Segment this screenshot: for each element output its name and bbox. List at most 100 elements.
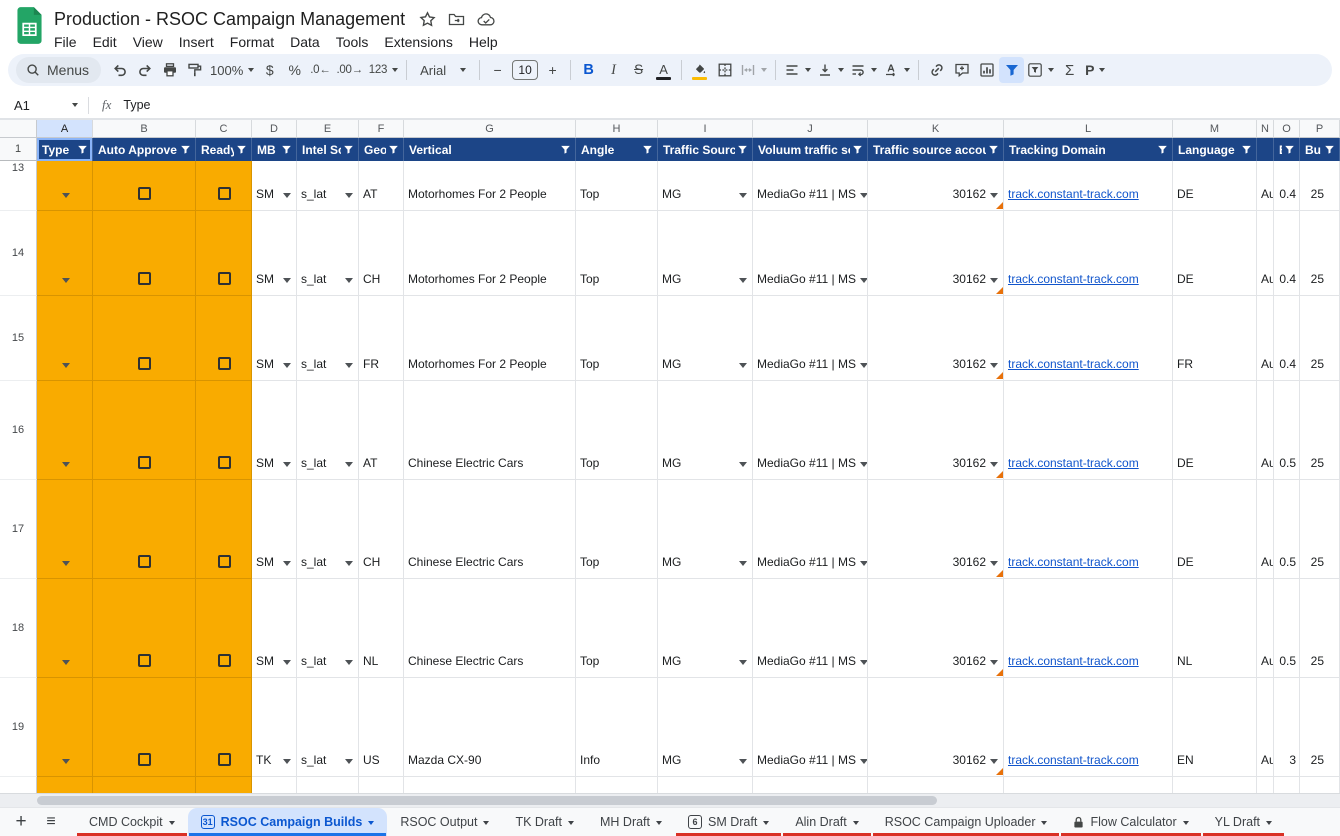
- header-filter-icon[interactable]: [642, 144, 653, 155]
- cell-M-next[interactable]: [1173, 777, 1257, 793]
- cell-L13[interactable]: track.constant-track.com: [1004, 161, 1173, 211]
- cell-E-next[interactable]: [297, 777, 359, 793]
- type-dropdown-caret[interactable]: [62, 759, 70, 764]
- header-filter-icon[interactable]: [281, 144, 292, 155]
- cell-L16[interactable]: track.constant-track.com: [1004, 381, 1173, 480]
- cell-P-next[interactable]: [1300, 777, 1340, 793]
- cell-I17[interactable]: MG: [658, 480, 753, 579]
- cell-N15[interactable]: Au: [1257, 296, 1274, 381]
- mb-dropdown-caret[interactable]: [283, 462, 291, 467]
- cell-A14[interactable]: [37, 211, 93, 296]
- tracking-domain-link[interactable]: track.constant-track.com: [1008, 357, 1139, 371]
- auto-approve-checkbox[interactable]: [138, 272, 151, 285]
- cell-I19[interactable]: MG: [658, 678, 753, 777]
- voluum-dropdown-caret[interactable]: [860, 462, 868, 467]
- cell-H13[interactable]: Top: [576, 161, 658, 211]
- cell-K17[interactable]: 30162: [868, 480, 1004, 579]
- cell-C17[interactable]: [196, 480, 252, 579]
- cell-M17[interactable]: DE: [1173, 480, 1257, 579]
- cell-B15[interactable]: [93, 296, 196, 381]
- column-header-O[interactable]: O: [1274, 120, 1300, 138]
- cell-E18[interactable]: s_lat: [297, 579, 359, 678]
- cell-D18[interactable]: SM: [252, 579, 297, 678]
- row-header-13[interactable]: 13: [0, 161, 37, 211]
- intel-source-dropdown-caret[interactable]: [345, 462, 353, 467]
- header-filter-icon[interactable]: [737, 144, 748, 155]
- column-header-L[interactable]: L: [1004, 120, 1173, 138]
- cell-P16[interactable]: 25: [1300, 381, 1340, 480]
- sheet-tab-flow-calculator[interactable]: Flow Calculator: [1060, 808, 1201, 836]
- tab-menu-caret-icon[interactable]: [483, 821, 489, 825]
- cell-B14[interactable]: [93, 211, 196, 296]
- tab-menu-caret-icon[interactable]: [1266, 821, 1272, 825]
- cell-K13[interactable]: 30162: [868, 161, 1004, 211]
- cell-P14[interactable]: 25: [1300, 211, 1340, 296]
- column-header-E[interactable]: E: [297, 120, 359, 138]
- cell-K15[interactable]: 30162: [868, 296, 1004, 381]
- tab-menu-caret-icon[interactable]: [368, 821, 374, 825]
- mb-dropdown-caret[interactable]: [283, 278, 291, 283]
- voluum-dropdown-caret[interactable]: [860, 660, 868, 665]
- add-sheet-button[interactable]: +: [6, 808, 36, 836]
- text-rotate-button[interactable]: [880, 57, 913, 83]
- header-cell-H[interactable]: Angle: [576, 138, 658, 161]
- row-header-next[interactable]: [0, 777, 37, 793]
- column-header-K[interactable]: K: [868, 120, 1004, 138]
- mb-dropdown-caret[interactable]: [283, 759, 291, 764]
- strikethrough-button[interactable]: S: [626, 57, 651, 83]
- intel-source-dropdown-caret[interactable]: [345, 759, 353, 764]
- cell-O19[interactable]: 3: [1274, 678, 1300, 777]
- menu-extensions[interactable]: Extensions: [376, 32, 460, 52]
- column-header-J[interactable]: J: [753, 120, 868, 138]
- decrease-decimal-button[interactable]: .0←: [307, 57, 333, 83]
- cell-O14[interactable]: 0.4: [1274, 211, 1300, 296]
- font-size-input[interactable]: 10: [512, 60, 538, 80]
- column-header-H[interactable]: H: [576, 120, 658, 138]
- header-cell-I[interactable]: Traffic Source: [658, 138, 753, 161]
- cell-L15[interactable]: track.constant-track.com: [1004, 296, 1173, 381]
- header-cell-O[interactable]: Bi: [1274, 138, 1300, 161]
- cell-C19[interactable]: [196, 678, 252, 777]
- text-wrap-button[interactable]: [847, 57, 880, 83]
- cell-I18[interactable]: MG: [658, 579, 753, 678]
- increase-font-size-button[interactable]: +: [540, 57, 565, 83]
- menu-file[interactable]: File: [46, 32, 85, 52]
- cell-I-next[interactable]: [658, 777, 753, 793]
- ready-checkbox[interactable]: [218, 555, 231, 568]
- type-dropdown-caret[interactable]: [62, 193, 70, 198]
- italic-button[interactable]: I: [601, 57, 626, 83]
- cell-G14[interactable]: Motorhomes For 2 People: [404, 211, 576, 296]
- cell-G15[interactable]: Motorhomes For 2 People: [404, 296, 576, 381]
- cell-B19[interactable]: [93, 678, 196, 777]
- cell-L14[interactable]: track.constant-track.com: [1004, 211, 1173, 296]
- cell-L19[interactable]: track.constant-track.com: [1004, 678, 1173, 777]
- cell-K-next[interactable]: [868, 777, 1004, 793]
- more-tools-button[interactable]: P: [1082, 57, 1108, 83]
- cell-G17[interactable]: Chinese Electric Cars: [404, 480, 576, 579]
- cell-J16[interactable]: MediaGo #11 | MS: [753, 381, 868, 480]
- tracking-domain-link[interactable]: track.constant-track.com: [1008, 456, 1139, 470]
- cell-A16[interactable]: [37, 381, 93, 480]
- column-header-P[interactable]: P: [1300, 120, 1340, 138]
- tracking-domain-link[interactable]: track.constant-track.com: [1008, 272, 1139, 286]
- cell-D13[interactable]: SM: [252, 161, 297, 211]
- redo-button[interactable]: [132, 57, 157, 83]
- account-dropdown-caret[interactable]: [990, 193, 998, 198]
- header-cell-F[interactable]: Geo: [359, 138, 404, 161]
- tracking-domain-link[interactable]: track.constant-track.com: [1008, 753, 1139, 767]
- cell-K16[interactable]: 30162: [868, 381, 1004, 480]
- tab-menu-caret-icon[interactable]: [853, 821, 859, 825]
- sheet-tab-sm-draft[interactable]: 6SM Draft: [675, 808, 782, 836]
- header-cell-J[interactable]: Voluum traffic sou: [753, 138, 868, 161]
- header-filter-icon[interactable]: [1324, 144, 1335, 155]
- tab-menu-caret-icon[interactable]: [763, 821, 769, 825]
- cell-L17[interactable]: track.constant-track.com: [1004, 480, 1173, 579]
- cell-H14[interactable]: Top: [576, 211, 658, 296]
- header-cell-D[interactable]: MB: [252, 138, 297, 161]
- cell-P19[interactable]: 25: [1300, 678, 1340, 777]
- cell-J19[interactable]: MediaGo #11 | MS: [753, 678, 868, 777]
- menu-format[interactable]: Format: [222, 32, 282, 52]
- cell-F15[interactable]: FR: [359, 296, 404, 381]
- tracking-domain-link[interactable]: track.constant-track.com: [1008, 654, 1139, 668]
- menu-data[interactable]: Data: [282, 32, 328, 52]
